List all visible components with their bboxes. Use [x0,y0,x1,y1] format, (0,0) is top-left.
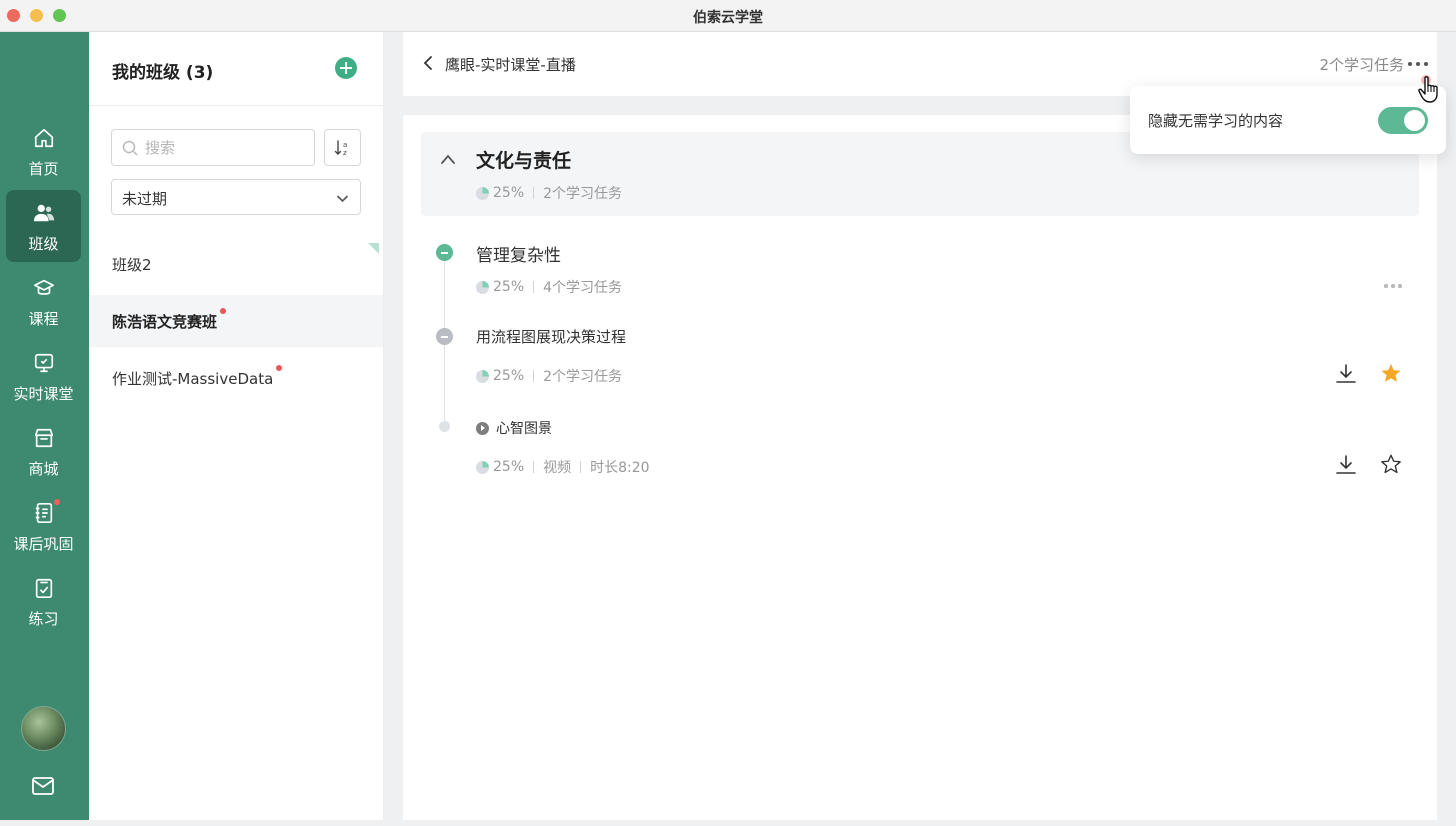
progress-pie-icon [476,186,489,200]
progress-pie-icon [476,460,489,474]
divider [533,370,535,382]
select-value: 未过期 [122,190,168,208]
progress-text: 25% [493,279,525,295]
divider [533,187,535,199]
sort-button[interactable]: az [324,129,361,166]
hand-cursor-icon [1418,75,1438,103]
task-count: 2个学习任务 [543,186,623,202]
lesson-type: 视频 [543,460,572,476]
nav-item-live-class[interactable]: 实时课堂 [6,340,81,412]
svg-text:a: a [343,141,347,149]
star-outline-icon[interactable] [1380,453,1402,475]
nav-label: 商城 [28,460,59,478]
mail-icon[interactable] [31,775,55,797]
star-filled-icon[interactable] [1380,362,1402,384]
lesson-duration: 时长8:20 [590,460,650,476]
class-name: 作业测试-MassiveData [112,370,274,388]
collapse-section-icon[interactable] [436,244,453,261]
class-list-panel: 我的班级 (3) az 未过期 班级2 陈浩语文竞赛班 作业测试-Massive… [89,32,384,820]
download-icon[interactable] [1335,363,1357,385]
lesson-node [439,421,450,432]
play-icon [476,421,489,435]
sidebar-nav: 首页 班级 课程 实时课堂 商城 课后巩固 练习 [0,32,89,820]
expiry-filter-select[interactable]: 未过期 [111,179,361,215]
chapter-title: 文化与责任 [476,150,572,172]
lesson-title-row[interactable]: 心智图景 [476,418,552,438]
lesson-meta: 25% 视频 时长8:20 [476,457,650,477]
sort-icon: az [334,140,347,157]
homework-icon [35,503,53,523]
task-count: 2个学习任务 [543,369,623,385]
hide-content-toggle[interactable] [1378,107,1428,134]
nav-item-home[interactable]: 首页 [6,115,81,187]
divider [580,461,582,473]
nav-label: 实时课堂 [13,385,74,403]
add-class-button[interactable] [335,57,357,79]
task-count: 2个学习任务 [1319,56,1404,74]
progress-text: 25% [493,368,525,384]
options-popover: 隐藏无需学习的内容 [1130,86,1446,154]
nav-label: 练习 [28,610,59,628]
svg-text:z: z [343,149,347,157]
course-icon [34,279,54,295]
progress-pie-icon [476,280,489,294]
section-meta: 25% 4个学习任务 [476,277,622,297]
unread-dot [220,308,226,314]
section-more-button[interactable] [1384,284,1404,288]
store-icon [34,428,54,448]
progress-text: 25% [493,459,525,475]
title-bar: 伯索云学堂 [0,0,1456,32]
avatar[interactable] [21,706,66,751]
nav-item-store[interactable]: 商城 [6,415,81,487]
class-list-item[interactable]: 班级2 [89,238,383,290]
chevron-down-icon [336,195,349,203]
window-title: 伯索云学堂 [693,10,763,26]
nav-label: 首页 [28,160,59,178]
nav-label: 班级 [28,235,59,253]
search-icon [122,140,138,156]
hide-content-label: 隐藏无需学习的内容 [1148,112,1284,130]
nav-item-course[interactable]: 课程 [6,265,81,337]
nav-item-class[interactable]: 班级 [6,190,81,262]
class-list-item[interactable]: 作业测试-MassiveData [89,352,383,404]
live-class-icon [34,353,54,373]
section-title[interactable]: 管理复杂性 [476,241,561,266]
course-outline: 文化与责任 25% 2个学习任务 管理复杂性 25% 4个学习任务 用流程图展现… [403,115,1437,820]
progress-pie-icon [476,369,489,383]
notification-dot [54,499,60,505]
breadcrumb: 鹰眼-实时课堂-直播 [445,56,576,74]
divider [533,281,535,293]
search-input[interactable] [145,137,305,159]
class-list-item[interactable]: 陈浩语文竞赛班 [89,295,383,347]
lesson-title: 心智图景 [496,421,552,437]
collapse-subsection-icon[interactable] [436,328,453,345]
practice-icon [35,578,53,598]
subsection-title[interactable]: 用流程图展现决策过程 [476,326,626,347]
back-arrow-icon[interactable] [421,54,435,72]
download-icon[interactable] [1335,454,1357,476]
home-icon [34,128,54,148]
search-box[interactable] [111,129,315,166]
class-icon [33,204,55,222]
chapter-meta: 25% 2个学习任务 [476,183,622,203]
progress-text: 25% [493,185,525,201]
nav-item-practice[interactable]: 练习 [6,565,81,637]
class-list-title: 我的班级 (3) [112,63,214,83]
chevron-up-icon[interactable] [440,153,456,165]
class-name: 陈浩语文竞赛班 [112,313,218,331]
nav-item-homework[interactable]: 课后巩固 [6,490,81,562]
nav-label: 课后巩固 [13,535,74,553]
class-name: 班级2 [112,256,152,274]
nav-label: 课程 [28,310,59,328]
subsection-meta: 25% 2个学习任务 [476,366,622,386]
divider [533,461,535,473]
task-count: 4个学习任务 [543,280,623,296]
divider [89,105,383,106]
unread-dot [276,365,282,371]
more-options-button[interactable] [1407,62,1429,68]
